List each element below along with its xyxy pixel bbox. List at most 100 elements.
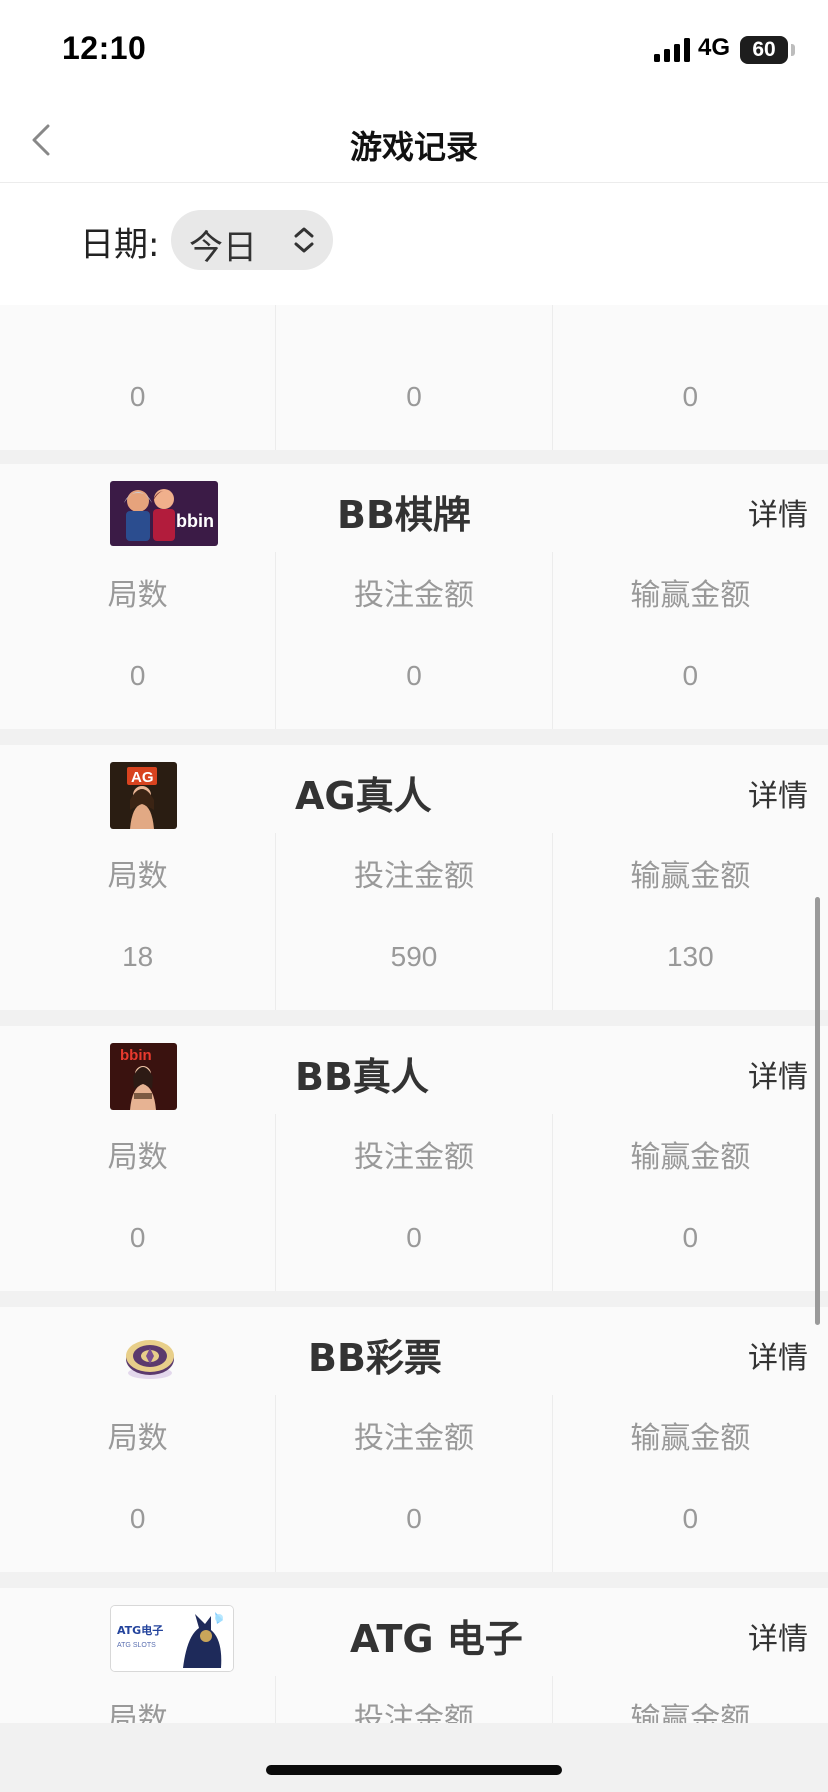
- status-bar: 12:10 4G 60: [0, 0, 828, 98]
- game-name: ATG 电子: [350, 1617, 523, 1661]
- game-card: bbin BB真人 详情 局数 0 投注金额 0 输赢金额 0: [0, 1026, 828, 1291]
- game-card: bbin BB棋牌 详情 局数 0 投注金额 0 输赢金额 0: [0, 464, 828, 729]
- stat-bet-amount: 投注金额 0: [275, 1395, 551, 1572]
- card-header: AG AG真人 详情: [0, 745, 828, 833]
- svg-text:AG: AG: [131, 769, 154, 786]
- stat-value: 0: [406, 1222, 422, 1253]
- stat-value: 0: [682, 1503, 699, 1534]
- stat-value: 130: [666, 941, 714, 972]
- detail-link[interactable]: 详情: [748, 1333, 808, 1377]
- nav-bar: 游戏记录: [0, 98, 828, 183]
- stat-label: 投注金额: [353, 1421, 474, 1456]
- stat-label: 局数: [107, 578, 168, 613]
- stat-value: 590: [390, 941, 438, 972]
- home-indicator-area: [0, 1723, 828, 1792]
- card-header: bbin BB真人 详情: [0, 1026, 828, 1114]
- stats-row: 局数 18 投注金额 590 输赢金额 130: [0, 833, 828, 1010]
- page-title: 游戏记录: [349, 128, 478, 166]
- stat-bet-amount: 投注金额 0: [275, 1114, 551, 1291]
- home-indicator[interactable]: [266, 1765, 562, 1775]
- stat-win-loss: 输赢金额: [551, 1676, 828, 1723]
- stat-label: 输赢金额: [630, 1702, 751, 1723]
- stat-value: 0: [129, 381, 146, 412]
- stats-row: 局数 0 投注金额 0 输赢金额 0: [0, 1114, 828, 1291]
- game-record-list[interactable]: 0 0 0 bbin BB棋牌 详情 局数 0 投注金额 0 输赢金额 0 AG…: [0, 305, 828, 1723]
- stat-win-loss: 输赢金额 130: [551, 833, 828, 1010]
- back-button[interactable]: [22, 120, 62, 160]
- stat-label: 局数: [107, 859, 168, 894]
- stat-bet-amount: 投注金额 0: [275, 552, 551, 729]
- card-header: BB彩票 详情: [0, 1307, 828, 1395]
- stat-rounds: 局数 18: [0, 833, 275, 1010]
- stat-win-loss: 输赢金额 0: [551, 552, 828, 729]
- svg-text:bbin: bbin: [176, 511, 214, 531]
- svg-text:bbin: bbin: [120, 1047, 152, 1064]
- stat-value: 0: [406, 381, 422, 412]
- card-header: bbin BB棋牌 详情: [0, 464, 828, 552]
- stat-bet-amount: 0: [275, 305, 551, 450]
- scrollbar[interactable]: [815, 897, 820, 1325]
- game-card: ATG电子 ATG SLOTS ATG 电子 详情 局数 投注金额 输赢金额: [0, 1588, 828, 1723]
- date-select[interactable]: 今日: [171, 210, 333, 270]
- stat-value: 0: [129, 1503, 146, 1534]
- bb-chess-logo: bbin: [110, 481, 218, 546]
- status-time: 12:10: [62, 30, 147, 66]
- stat-label: 输赢金额: [630, 578, 751, 613]
- stat-rounds: 0: [0, 305, 275, 450]
- detail-link[interactable]: 详情: [748, 771, 808, 815]
- card-header: ATG电子 ATG SLOTS ATG 电子 详情: [0, 1588, 828, 1676]
- game-name: BB真人: [295, 1055, 429, 1099]
- filter-bar: 日期: 今日: [0, 183, 828, 305]
- stat-win-loss: 输赢金额 0: [551, 1114, 828, 1291]
- stat-rounds: 局数: [0, 1676, 275, 1723]
- stat-value: 0: [682, 381, 699, 412]
- date-select-value: 今日: [189, 228, 257, 268]
- game-name: BB彩票: [308, 1336, 442, 1380]
- battery-tip: [791, 44, 795, 56]
- game-card: BB彩票 详情 局数 0 投注金额 0 输赢金额 0: [0, 1307, 828, 1572]
- stat-value: 18: [122, 941, 154, 972]
- detail-link[interactable]: 详情: [748, 1052, 808, 1096]
- stat-value: 0: [682, 1222, 699, 1253]
- stat-value: 0: [129, 660, 146, 691]
- game-card: 0 0 0: [0, 305, 828, 450]
- atg-slots-logo: ATG电子 ATG SLOTS: [110, 1605, 234, 1672]
- battery-level: 60: [752, 38, 776, 61]
- stat-label: 局数: [107, 1421, 168, 1456]
- detail-link[interactable]: 详情: [748, 1614, 808, 1658]
- stat-label: 投注金额: [353, 1140, 474, 1175]
- stat-label: 输赢金额: [630, 1140, 751, 1175]
- stat-label: 输赢金额: [630, 1421, 751, 1456]
- signal-strength-icon: [654, 38, 690, 62]
- ag-live-logo: AG: [110, 762, 177, 829]
- bb-live-logo: bbin: [110, 1043, 177, 1110]
- stat-win-loss: 输赢金额 0: [551, 1395, 828, 1572]
- stat-label: 投注金额: [353, 578, 474, 613]
- stat-label: 投注金额: [353, 1702, 474, 1723]
- stats-row: 局数 投注金额 输赢金额: [0, 1676, 828, 1723]
- game-name: BB棋牌: [337, 493, 471, 537]
- stat-label: 输赢金额: [630, 859, 751, 894]
- stat-win-loss: 0: [551, 305, 828, 450]
- stat-bet-amount: 投注金额: [275, 1676, 551, 1723]
- stats-row: 局数 0 投注金额 0 输赢金额 0: [0, 1395, 828, 1572]
- date-label: 日期:: [80, 225, 160, 265]
- stat-label: 局数: [107, 1702, 168, 1723]
- up-down-chevron-icon: [294, 227, 314, 253]
- atg-logo-title: ATG电子: [117, 1623, 163, 1637]
- stat-rounds: 局数 0: [0, 1114, 275, 1291]
- stat-rounds: 局数 0: [0, 552, 275, 729]
- stat-value: 0: [129, 1222, 146, 1253]
- lottery-chip-logo: [122, 1329, 178, 1385]
- atg-logo-subtitle: ATG SLOTS: [117, 1642, 156, 1649]
- stat-label: 局数: [107, 1140, 168, 1175]
- stats-row: 0 0 0: [0, 305, 828, 450]
- stat-rounds: 局数 0: [0, 1395, 275, 1572]
- detail-link[interactable]: 详情: [748, 490, 808, 534]
- game-name: AG真人: [295, 774, 432, 818]
- stat-bet-amount: 投注金额 590: [275, 833, 551, 1010]
- network-type: 4G: [698, 34, 731, 61]
- stats-row: 局数 0 投注金额 0 输赢金额 0: [0, 552, 828, 729]
- stat-value: 0: [406, 660, 422, 691]
- stat-label: 投注金额: [353, 859, 474, 894]
